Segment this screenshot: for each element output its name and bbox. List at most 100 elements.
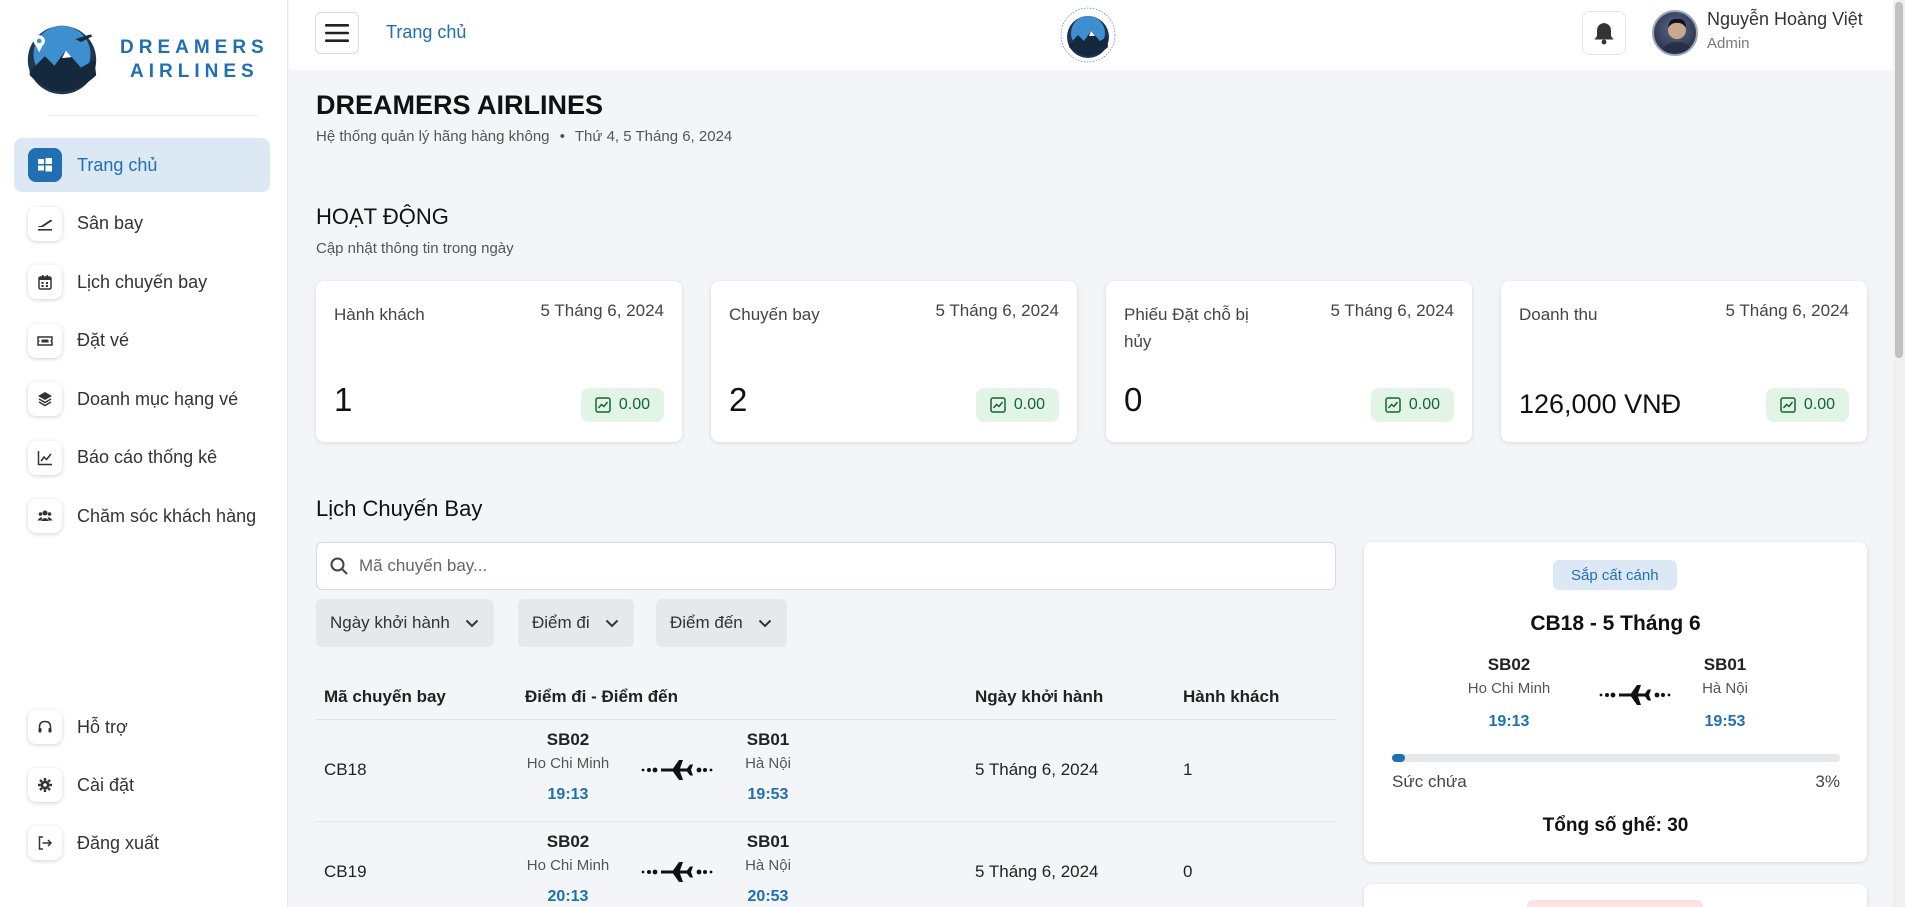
origin-city: Ho Chi Minh [526,755,610,772]
sidebar-item-label: Báo cáo thống kê [77,447,218,467]
departure-date: 5 Tháng 6, 2024 [975,862,1099,881]
total-seats: Tổng số ghế: 30 [1542,815,1689,836]
sidebar-item-settings[interactable]: Cài đặt [14,758,270,812]
headset-icon [28,710,62,744]
upcoming-flight-title: CB18 - 5 Tháng 6 [1530,612,1701,635]
passenger-count: 0 [1183,862,1193,881]
origin-time: 20:13 [547,888,589,905]
stat-card-value: 126,000 VNĐ [1519,389,1682,419]
trend-chart-icon [990,397,1006,413]
filter-label: Điểm đến [670,613,743,632]
activity-title: HOẠT ĐỘNG [316,204,449,229]
origin-code: SB02 [1487,655,1531,674]
sidebar-item-reports[interactable]: Báo cáo thống kê [14,431,270,485]
column-header-route[interactable]: Điểm đi - Điểm đến [525,687,678,707]
trend-chart-icon [1385,397,1401,413]
stat-card-revenue: Doanh thu 5 Tháng 6, 2024 126,000 VNĐ 0.… [1501,281,1867,442]
stat-card-value: 2 [729,381,748,418]
capacity-label: Sức chứa [1392,772,1467,791]
plane-departure-icon [28,206,62,241]
chart-line-icon [28,440,62,475]
trend-value: 0.00 [1013,396,1045,413]
sidebar-item-label: Lịch chuyến bay [77,271,208,292]
sidebar-item-ticket-classes[interactable]: Doanh mục hạng vé [14,372,270,426]
airline-logo-icon [27,25,97,95]
destination-code: SB01 [746,832,790,851]
trend-value: 0.00 [1803,396,1835,413]
sidebar-item-label: Doanh mục hạng vé [77,388,239,409]
upcoming-flight-card[interactable]: Sắp cất cánh CB18 - 5 Tháng 6 SB02 Ho Ch… [1364,542,1867,862]
dot-separator: • [559,128,565,145]
user-name: Nguyễn Hoàng Việt [1707,9,1863,29]
brand[interactable]: DREAMERS AIRLINES [24,22,269,98]
page-scrollbar[interactable] [1893,0,1905,907]
user-role: Admin [1707,35,1750,52]
sidebar-item-booking[interactable]: Đặt vé [14,314,270,368]
filter-destination[interactable]: Điểm đến [656,599,787,647]
search-icon [330,557,348,575]
brand-line-1: DREAMERS [120,37,269,58]
calendar-icon [28,265,62,299]
stat-card-label: Hành khách [334,305,425,324]
sidebar-item-customer-care[interactable]: Chăm sóc khách hàng [14,489,270,543]
users-icon [28,499,62,533]
stat-card-passengers: Hành khách 5 Tháng 6, 2024 1 0.00 [316,281,682,442]
flight-search-input[interactable] [359,556,1259,576]
stat-card-value: 1 [334,381,353,418]
trend-value: 0.00 [1408,396,1440,413]
filter-departure-date[interactable]: Ngày khởi hành [316,599,494,647]
column-header-departure-date[interactable]: Ngày khởi hành [975,687,1103,707]
capacity-progress-fill [1392,754,1406,762]
sidebar-item-home[interactable]: Trang chủ [14,138,270,192]
avatar[interactable] [1652,10,1698,56]
sidebar-item-support[interactable]: Hỗ trợ [14,700,270,754]
stat-card-label: Chuyến bay [729,305,820,324]
chevron-down-icon [605,619,618,628]
gear-icon [28,768,62,802]
sidebar-item-airports[interactable]: Sân bay [14,197,270,251]
filter-label: Ngày khởi hành [330,613,450,632]
filter-origin[interactable]: Điểm đi [518,599,634,647]
origin-time: 19:13 [547,786,589,803]
page-subtitle-text: Hệ thống quản lý hãng hàng không [316,128,550,145]
plane-route-icon [641,862,713,882]
activity-subtitle: Cập nhật thông tin trong ngày [316,240,514,257]
sidebar-divider [48,115,258,116]
sidebar-item-flight-schedule[interactable]: Lịch chuyến bay [14,255,270,309]
hamburger-icon [325,24,349,42]
top-header: Trang chủ Nguyễn Hoàng Việt Admin [289,0,1893,70]
destination-time: 19:53 [747,786,789,803]
passenger-count: 1 [1183,760,1193,779]
trend-chart-icon [1780,397,1796,413]
destination-time: 19:53 [1704,713,1746,730]
breadcrumb[interactable]: Trang chủ [386,22,466,43]
trend-badge: 0.00 [1370,388,1454,422]
chevron-down-icon [465,619,479,628]
trend-badge: 0.00 [1765,388,1849,422]
stat-card-label: Phiếu Đặt chỗ bị hủy [1124,305,1249,351]
origin-code: SB02 [546,730,590,749]
capacity-percent: 3% [1815,772,1840,791]
column-header-passengers[interactable]: Hành khách [1183,687,1279,707]
sidebar-item-logout[interactable]: Đăng xuất [14,816,270,870]
sidebar-bottom-nav: Hỗ trợ Cài đặt Đăng xuất [14,700,270,874]
destination-time: 20:53 [747,888,789,905]
page-date: Thứ 4, 5 Tháng 6, 2024 [574,128,733,145]
stat-card-value: 0 [1124,381,1143,418]
table-row[interactable]: CB18 SB02 Ho Chi Minh 19:13 SB01 Hà Nội … [316,720,1336,822]
bell-icon [1594,23,1614,45]
plane-route-icon [641,760,713,780]
notifications-button[interactable] [1582,11,1626,55]
menu-toggle-button[interactable] [315,12,359,54]
user-avatar-icon [1660,18,1694,54]
next-flight-card[interactable] [1364,884,1867,907]
table-row[interactable]: CB19 SB02 Ho Chi Minh 20:13 SB01 Hà Nội … [316,822,1336,907]
scrollbar-thumb[interactable] [1895,2,1903,358]
sidebar-item-label: Trang chủ [77,154,158,175]
column-header-flight-code[interactable]: Mã chuyến bay [324,687,446,707]
sidebar-item-label: Hỗ trợ [77,716,128,737]
header-logo-icon[interactable] [1056,3,1120,67]
sidebar-item-label: Đặt vé [77,330,130,350]
stat-card-label: Doanh thu [1519,305,1598,324]
destination-code: SB01 [746,730,790,749]
